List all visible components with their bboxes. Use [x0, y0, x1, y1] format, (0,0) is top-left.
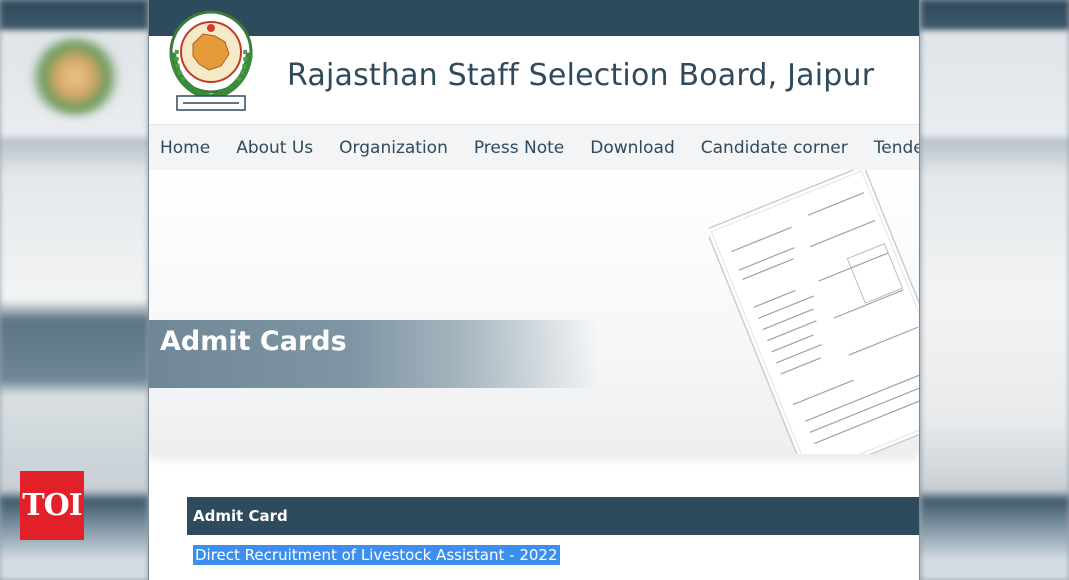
toi-logo: TOI	[20, 471, 84, 540]
admit-card-table: Admit Card Direct Recruitment of Livesto…	[187, 497, 919, 575]
nav-item-about-us[interactable]: About Us	[223, 138, 326, 158]
blurred-background-right	[921, 0, 1069, 580]
top-bar	[149, 0, 919, 36]
table-row: Direct Recruitment of Livestock Assistan…	[187, 535, 919, 575]
nav-item-candidate-corner[interactable]: Candidate corner	[688, 138, 861, 158]
nav-item-tender[interactable]: Tender	[861, 138, 919, 158]
rsssb-emblem-icon[interactable]	[163, 10, 259, 114]
main-navigation: Home About Us Organization Press Note Do…	[149, 124, 919, 171]
blurred-logo	[30, 38, 120, 116]
nav-item-organization[interactable]: Organization	[326, 138, 461, 158]
admit-card-link[interactable]: Direct Recruitment of Livestock Assistan…	[193, 545, 560, 565]
website-frame: Rajasthan Staff Selection Board, Jaipur …	[148, 0, 920, 580]
site-header: Rajasthan Staff Selection Board, Jaipur	[149, 10, 919, 124]
table-header: Admit Card	[187, 497, 919, 535]
page-title: Admit Cards	[160, 326, 347, 357]
application-form-icon	[709, 170, 919, 454]
site-title: Rajasthan Staff Selection Board, Jaipur	[287, 58, 875, 93]
nav-item-download[interactable]: Download	[577, 138, 688, 158]
nav-item-home[interactable]: Home	[149, 138, 223, 158]
nav-item-press-note[interactable]: Press Note	[461, 138, 577, 158]
page-banner: Admit Cards	[149, 170, 919, 454]
